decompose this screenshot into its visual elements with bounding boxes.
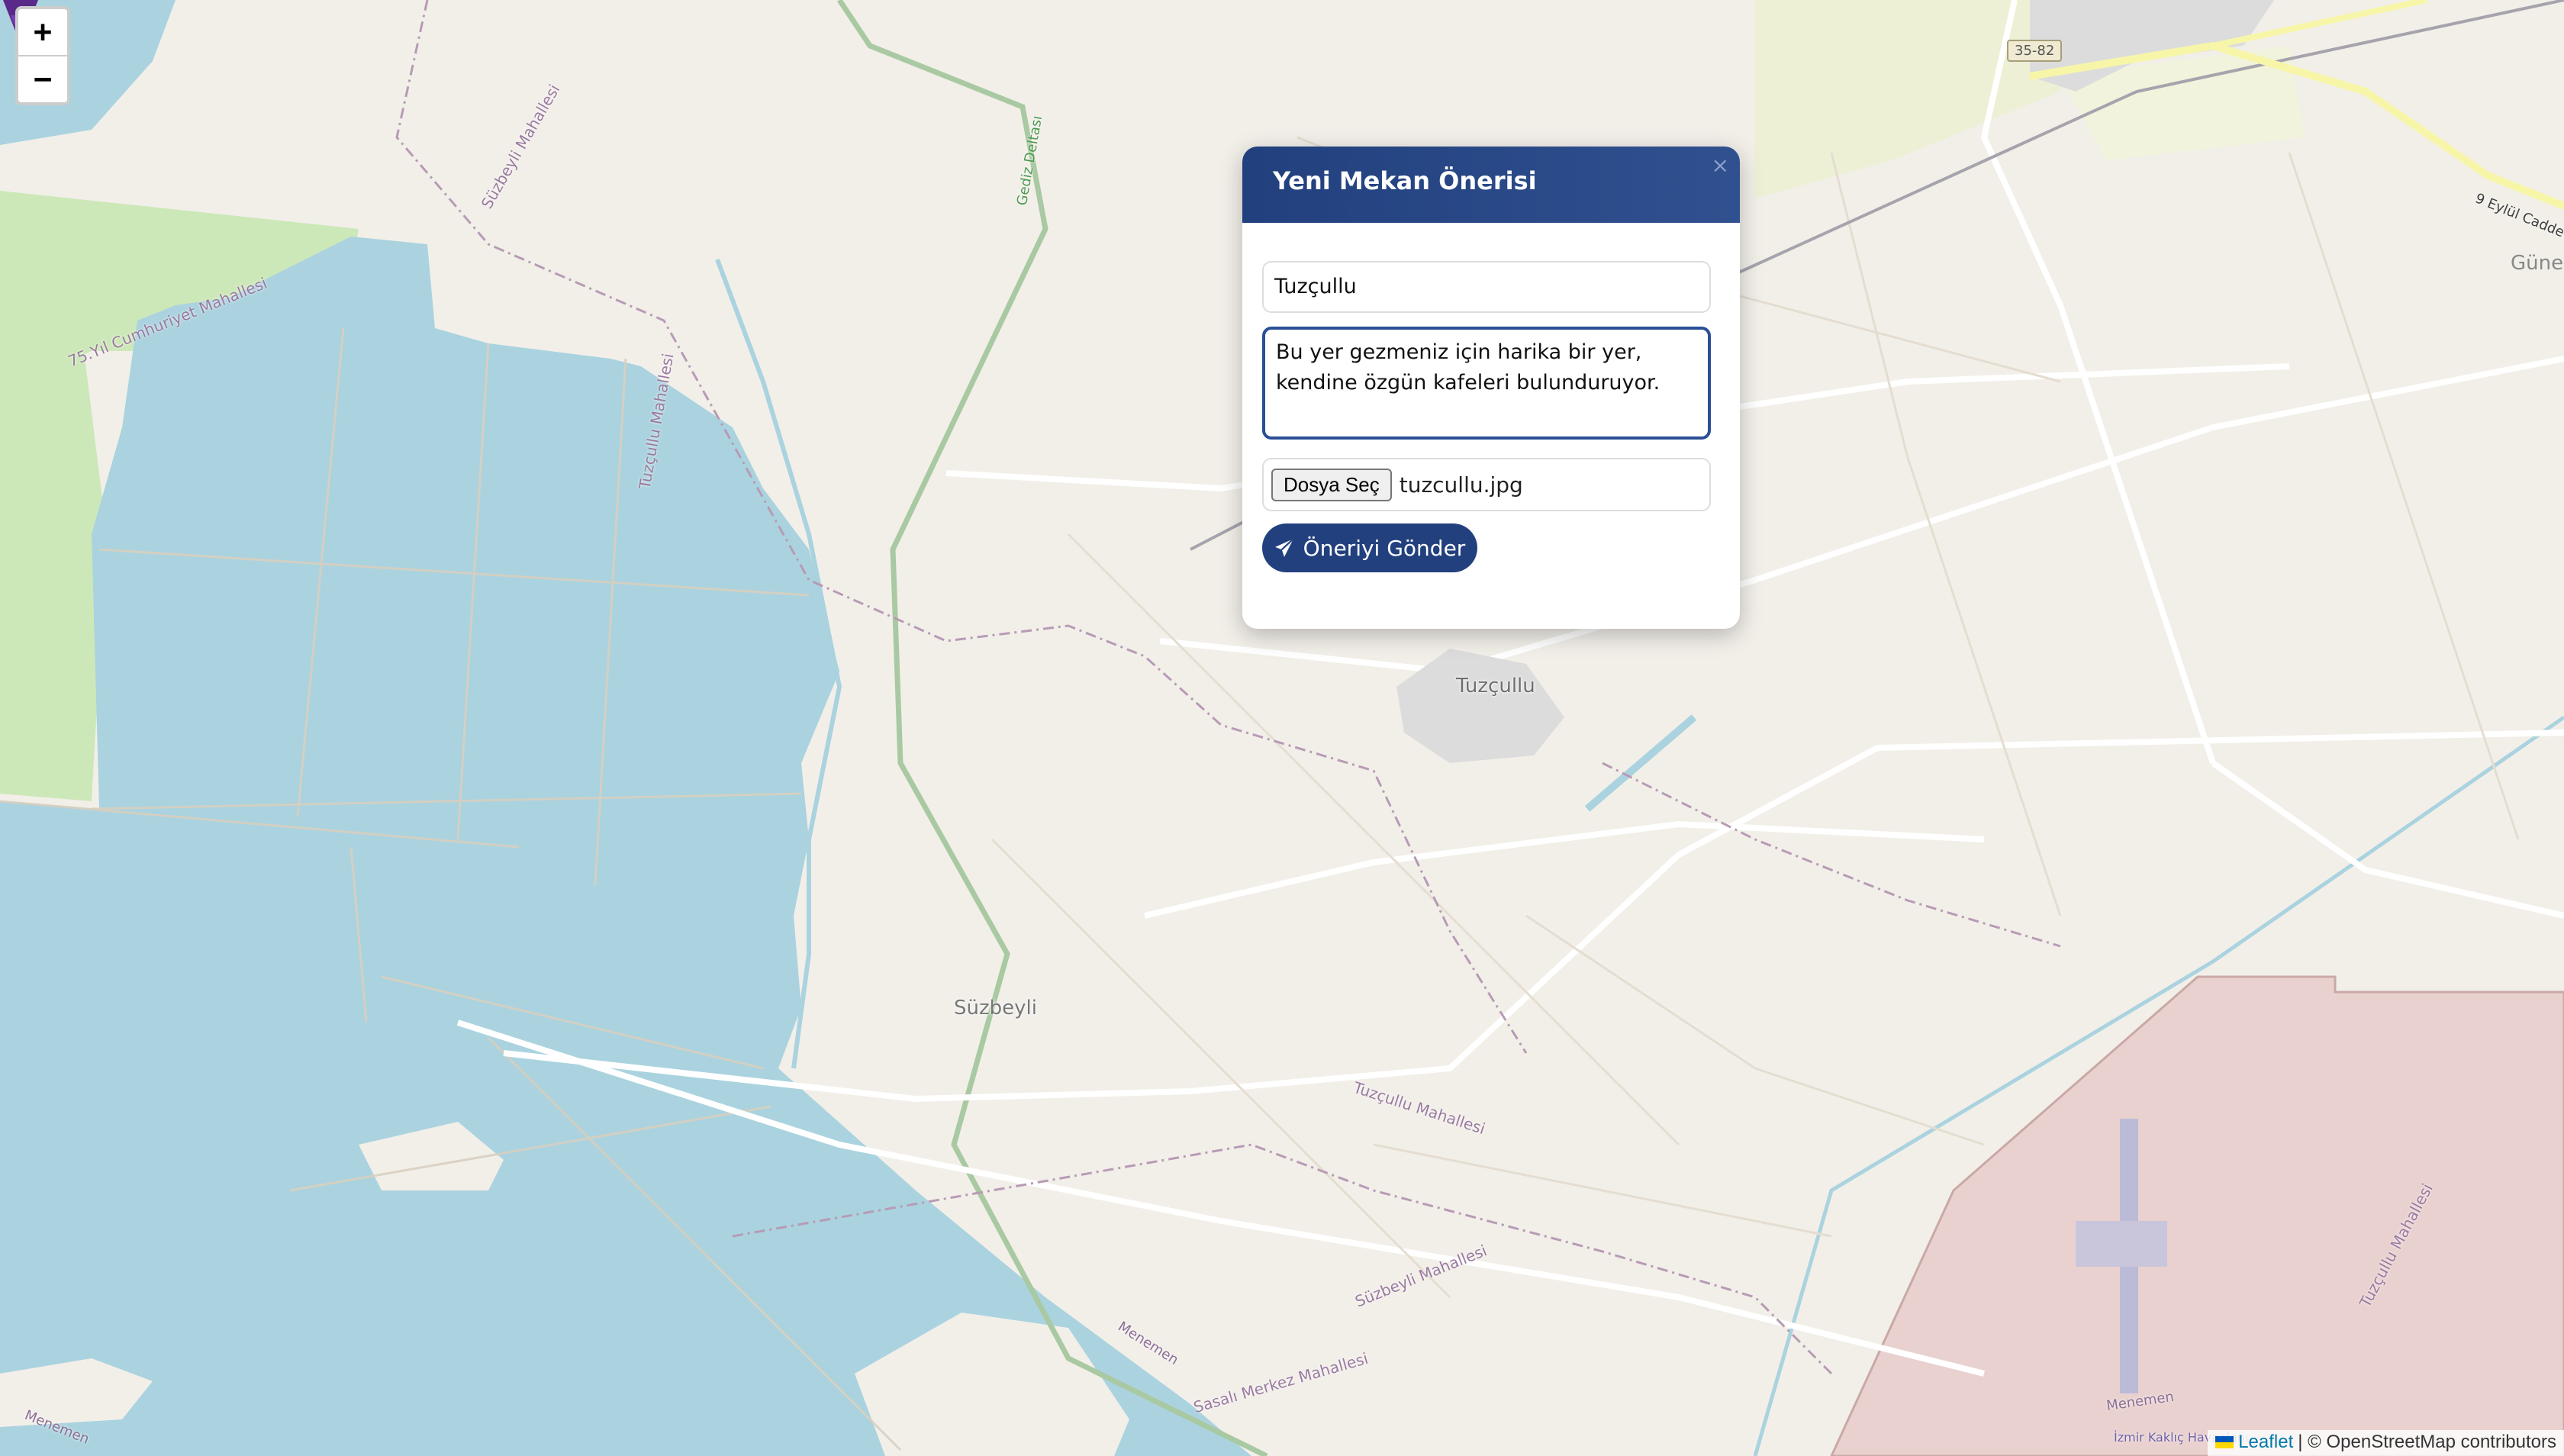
place-description-textarea[interactable]: Bu yer gezmeniz için harika bir yer, ken… — [1262, 327, 1711, 440]
map-attribution: Leaflet | © OpenStreetMap contributors — [2208, 1430, 2564, 1456]
paper-plane-icon — [1274, 538, 1294, 557]
new-place-suggestion-modal: Yeni Mekan Önerisi × Tuzçullu Bu yer gez… — [1242, 147, 1740, 629]
zoom-out-button[interactable]: − — [18, 55, 67, 102]
submit-suggestion-button[interactable]: Öneriyi Gönder — [1262, 523, 1477, 572]
road-shield-35-82: 35-82 — [2007, 40, 2063, 62]
close-icon[interactable]: × — [1712, 153, 1729, 178]
place-label-tuzcullu: Tuzçullu — [1456, 675, 1535, 697]
osm-attribution-text: | © OpenStreetMap contributors — [2298, 1432, 2556, 1452]
submit-button-label: Öneriyi Gönder — [1303, 535, 1466, 561]
place-label-guner: Güner — [2511, 252, 2564, 275]
choose-file-button[interactable]: Dosya Seç — [1271, 468, 1392, 501]
modal-header: Yeni Mekan Önerisi × — [1242, 147, 1740, 223]
modal-title: Yeni Mekan Önerisi — [1273, 166, 1537, 195]
place-label-suzbeyli: Süzbeyli — [954, 997, 1037, 1020]
zoom-in-button[interactable]: + — [18, 9, 67, 55]
photo-file-input[interactable]: Dosya Seç tuzcullu.jpg — [1262, 458, 1711, 511]
zoom-control: + − — [15, 6, 70, 105]
ukraine-flag-icon — [2215, 1436, 2234, 1448]
place-name-input[interactable]: Tuzçullu — [1262, 261, 1711, 313]
selected-file-name: tuzcullu.jpg — [1399, 472, 1523, 498]
leaflet-link[interactable]: Leaflet — [2238, 1432, 2293, 1453]
